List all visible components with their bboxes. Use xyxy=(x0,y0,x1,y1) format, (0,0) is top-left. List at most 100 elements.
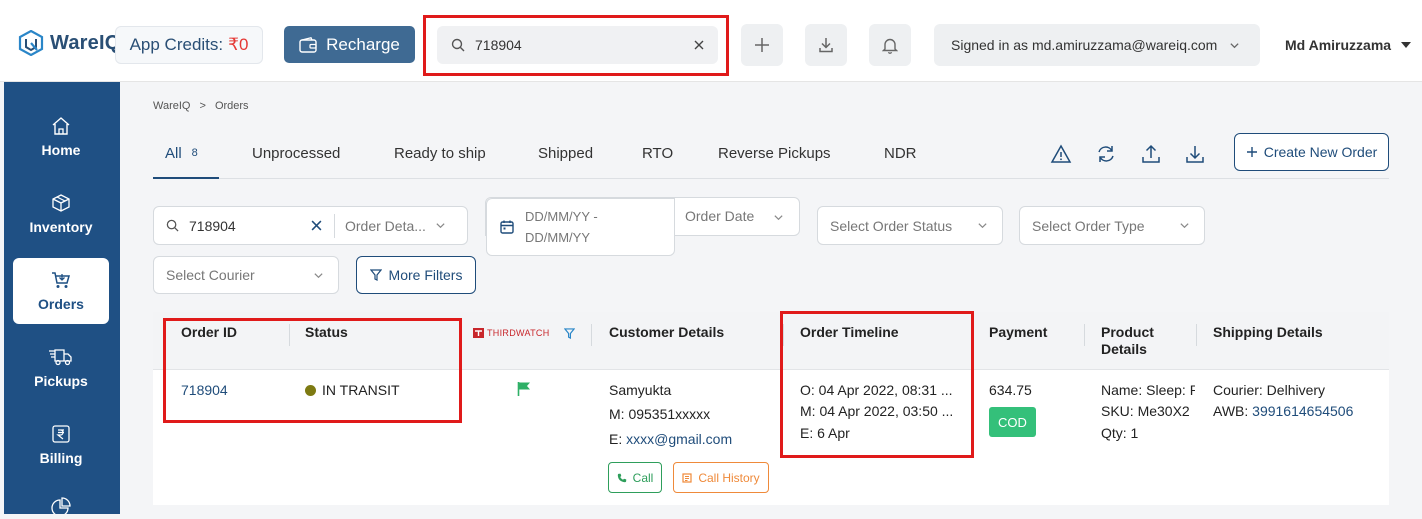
pie-chart-icon[interactable] xyxy=(51,496,71,519)
chevron-down-icon xyxy=(314,272,323,278)
warning-icon[interactable] xyxy=(1050,143,1072,165)
tab-shipped[interactable]: Shipped xyxy=(538,145,593,162)
clear-search-icon[interactable] xyxy=(311,220,322,231)
customer-name: Samyukta xyxy=(609,382,672,398)
tab-label: Unprocessed xyxy=(252,145,341,162)
signed-in-text: Signed in as md.amiruzzama@wareiq.com xyxy=(951,37,1218,53)
order-date-filter[interactable]: DD/MM/YY - DD/MM/YY Order Date xyxy=(485,197,800,256)
sidebar-item-orders[interactable]: Orders xyxy=(13,258,109,324)
payment-mode-badge: COD xyxy=(989,407,1036,437)
top-bar: WareIQ App Credits: ₹0 Recharge 718904 S… xyxy=(0,0,1422,82)
customer-email: E: xxxx@gmail.com xyxy=(609,429,732,450)
box-icon xyxy=(52,194,70,212)
phone-icon xyxy=(617,473,626,482)
order-details-select[interactable]: Order Deta... xyxy=(345,218,435,234)
tab-label: Shipped xyxy=(538,145,594,162)
order-status-placeholder: Select Order Status xyxy=(830,217,953,234)
sidebar-item-label: Billing xyxy=(39,450,83,466)
tab-label: NDR xyxy=(884,145,917,162)
wallet-icon xyxy=(299,36,317,53)
wareiq-logo[interactable]: WareIQ xyxy=(18,30,120,56)
header-product-line2: Details xyxy=(1101,341,1147,357)
header-divider xyxy=(591,324,592,346)
tab-all[interactable]: All 8 xyxy=(165,145,198,162)
sidebar-item-pickups[interactable]: Pickups xyxy=(13,335,109,401)
rupee-icon xyxy=(52,425,70,443)
sidebar: Home Inventory Orders Pickups Billing xyxy=(4,82,120,517)
order-type-select[interactable]: Select Order Type xyxy=(1019,206,1205,245)
credits-label: App Credits: xyxy=(129,35,224,54)
order-tabs: All 8 Unprocessed Ready to ship Shipped R… xyxy=(153,133,1389,179)
notifications-button[interactable] xyxy=(869,24,911,66)
sidebar-item-label: Inventory xyxy=(29,219,93,235)
sidebar-item-label: Home xyxy=(41,142,81,158)
history-icon xyxy=(682,472,692,483)
breadcrumb-current: Orders xyxy=(214,100,249,112)
order-search-filter[interactable]: 718904 Order Deta... xyxy=(153,206,468,245)
caret-down-icon xyxy=(1401,42,1412,48)
add-button[interactable] xyxy=(741,24,783,66)
order-type-placeholder: Select Order Type xyxy=(1032,217,1145,234)
create-new-order-button[interactable]: Create New Order xyxy=(1234,133,1389,171)
search-icon xyxy=(166,219,179,232)
call-history-label: Call History xyxy=(698,470,760,485)
download-icon xyxy=(819,38,833,53)
app-credits[interactable]: App Credits: ₹0 xyxy=(115,26,263,64)
credits-value: ₹0 xyxy=(228,35,249,54)
product-name: Name: Sleep: R xyxy=(1101,382,1195,398)
bell-icon xyxy=(882,38,898,54)
tab-label: All xyxy=(165,145,182,162)
tab-unprocessed[interactable]: Unprocessed xyxy=(252,145,340,162)
date-range-input[interactable]: DD/MM/YY - DD/MM/YY xyxy=(486,198,675,256)
home-icon xyxy=(52,117,70,135)
user-menu[interactable]: Md Amiruzzama xyxy=(1285,37,1412,53)
more-filters-label: More Filters xyxy=(388,267,463,283)
header-divider xyxy=(1084,324,1085,346)
tab-label: Ready to ship xyxy=(394,145,486,162)
thirdwatch-logo: THIRDWATCH xyxy=(473,328,550,338)
order-search-value: 718904 xyxy=(189,217,236,234)
thirdwatch-icon xyxy=(473,328,484,338)
filter-icon[interactable] xyxy=(564,328,575,339)
download-icon[interactable] xyxy=(1184,143,1206,165)
awb-link[interactable]: 3991614654506 xyxy=(1252,403,1353,419)
tab-ndr[interactable]: NDR xyxy=(884,145,917,162)
upload-icon[interactable] xyxy=(1140,143,1162,165)
courier-name: Courier: Delhivery xyxy=(1213,382,1326,398)
tab-reverse-pickups[interactable]: Reverse Pickups xyxy=(718,145,831,162)
order-status-select[interactable]: Select Order Status xyxy=(817,206,1003,245)
header-shipping-details[interactable]: Shipping Details xyxy=(1213,324,1323,340)
sidebar-item-billing[interactable]: Billing xyxy=(13,412,109,478)
header-customer-details[interactable]: Customer Details xyxy=(609,324,724,340)
header-payment[interactable]: Payment xyxy=(989,324,1047,340)
date-range-start: DD/MM/YY - xyxy=(525,209,598,224)
call-button[interactable]: Call xyxy=(608,462,662,493)
call-history-button[interactable]: Call History xyxy=(673,462,769,493)
more-filters-button[interactable]: More Filters xyxy=(356,256,476,294)
tab-label: RTO xyxy=(642,145,674,162)
tab-ready-to-ship[interactable]: Ready to ship xyxy=(394,145,486,162)
customer-email-link[interactable]: xxxx@gmail.com xyxy=(626,431,732,447)
refresh-icon[interactable] xyxy=(1095,143,1117,165)
account-switcher[interactable]: Signed in as md.amiruzzama@wareiq.com xyxy=(934,24,1260,66)
tab-rto[interactable]: RTO xyxy=(642,145,673,162)
recharge-button[interactable]: Recharge xyxy=(284,26,415,63)
awb-label: AWB: xyxy=(1213,403,1253,419)
date-range-end: DD/MM/YY xyxy=(525,230,590,245)
highlight-box-order-id-status xyxy=(163,318,462,423)
sidebar-item-home[interactable]: Home xyxy=(13,104,109,170)
flag-icon[interactable] xyxy=(517,381,531,397)
highlight-box-search xyxy=(423,15,729,76)
sidebar-item-inventory[interactable]: Inventory xyxy=(13,181,109,247)
header-product-details[interactable]: Product Details xyxy=(1101,324,1154,358)
chevron-down-icon xyxy=(1180,223,1189,229)
chevron-down-icon xyxy=(774,215,783,221)
thirdwatch-label: THIRDWATCH xyxy=(487,328,550,338)
cart-icon xyxy=(52,272,70,288)
breadcrumb-root[interactable]: WareIQ xyxy=(153,100,191,112)
download-button[interactable] xyxy=(805,24,847,66)
customer-email-label: E: xyxy=(609,431,627,447)
courier-select[interactable]: Select Courier xyxy=(153,256,339,294)
header-product-line1: Product xyxy=(1101,324,1154,340)
create-new-order-label: Create New Order xyxy=(1263,144,1378,160)
